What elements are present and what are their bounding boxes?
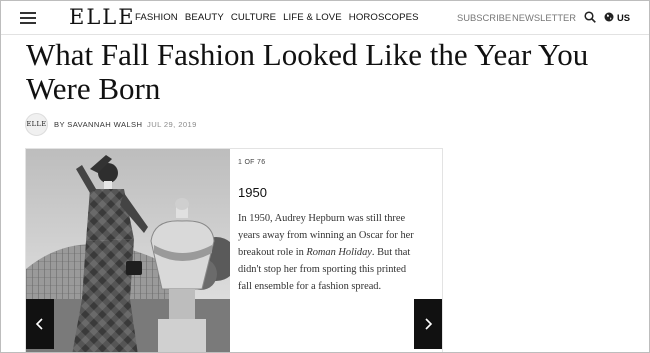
subscribe-link[interactable]: SUBSCRIBE <box>457 12 511 23</box>
globe-icon[interactable] <box>604 12 614 22</box>
site-header: ELLE FASHION BEAUTY CULTURE LIFE & LOVE … <box>1 1 649 35</box>
slide-counter: 1 OF 76 <box>238 159 266 166</box>
hamburger-icon[interactable] <box>20 12 36 24</box>
nav-horoscopes[interactable]: HOROSCOPES <box>349 12 419 23</box>
film-title: Roman Holiday <box>306 247 372 258</box>
next-slide-button[interactable] <box>414 299 442 349</box>
chevron-right-icon <box>425 318 433 330</box>
nav-life-love[interactable]: LIFE & LOVE <box>283 12 342 23</box>
nav-fashion[interactable]: FASHION <box>135 12 178 23</box>
main-nav: FASHION BEAUTY CULTURE LIFE & LOVE HOROS… <box>135 12 419 23</box>
previous-slide-button[interactable] <box>26 299 54 349</box>
nav-beauty[interactable]: BEAUTY <box>185 12 224 23</box>
article-title: What Fall Fashion Looked Like the Year Y… <box>26 37 589 106</box>
page: ELLE FASHION BEAUTY CULTURE LIFE & LOVE … <box>0 0 650 353</box>
slide-heading: 1950 <box>238 185 267 200</box>
elle-logo[interactable]: ELLE <box>69 5 136 29</box>
locale-selector[interactable]: US <box>617 12 630 23</box>
gallery-slide: 1 OF 76 1950 In 1950, Audrey Hepburn was… <box>25 148 443 352</box>
slide-photo <box>26 149 230 352</box>
nav-culture[interactable]: CULTURE <box>231 12 276 23</box>
search-icon[interactable] <box>584 11 596 23</box>
newsletter-link[interactable]: NEWSLETTER <box>512 12 576 23</box>
chevron-left-icon <box>35 318 43 330</box>
slide-caption: In 1950, Audrey Hepburn was still three … <box>238 213 414 292</box>
author-avatar: ELLE <box>25 113 48 136</box>
author-byline[interactable]: BY SAVANNAH WALSH <box>54 120 142 129</box>
publish-date: JUL 29, 2019 <box>147 120 197 129</box>
